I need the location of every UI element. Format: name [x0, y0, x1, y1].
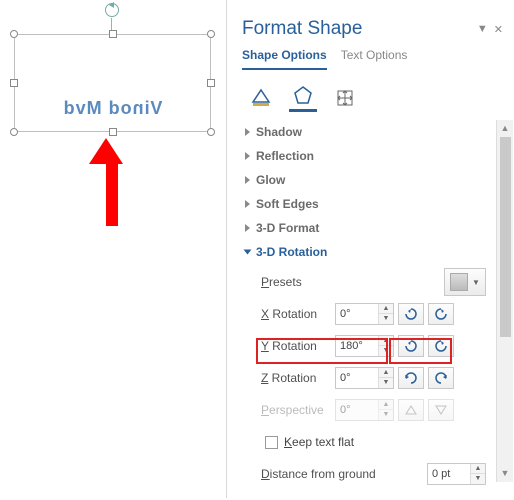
perspective-up-button	[398, 399, 424, 421]
perspective-down-button	[428, 399, 454, 421]
tab-text-options[interactable]: Text Options	[341, 48, 408, 70]
document-canvas[interactable]: Vinod Mvd	[0, 0, 225, 498]
effects-icon[interactable]	[289, 84, 317, 112]
chevron-right-icon	[245, 128, 250, 136]
resize-handle-nw[interactable]	[10, 30, 18, 38]
panel-menu-icon[interactable]: ▼	[477, 23, 488, 36]
resize-handle-w[interactable]	[10, 79, 18, 87]
y-rotation-label: Y Rotation	[245, 339, 335, 353]
x-rotation-label: X Rotation	[245, 307, 335, 321]
y-rotate-right-button[interactable]	[428, 335, 454, 357]
resize-handle-sw[interactable]	[10, 128, 18, 136]
shape-text: Vinod Mvd	[14, 98, 211, 119]
y-rotation-input[interactable]: ▲▼	[335, 335, 394, 357]
scroll-up-icon[interactable]: ▲	[497, 120, 513, 137]
section-glow[interactable]: Glow	[245, 168, 490, 192]
spin-down-icon[interactable]: ▼	[379, 314, 393, 324]
z-rotate-cw-button[interactable]	[428, 367, 454, 389]
chevron-right-icon	[245, 224, 250, 232]
spin-up-icon[interactable]: ▲	[379, 368, 393, 378]
x-rotation-input[interactable]: ▲▼	[335, 303, 394, 325]
distance-label: Distance from ground	[245, 467, 385, 481]
section-reflection[interactable]: Reflection	[245, 144, 490, 168]
x-rotate-left-button[interactable]	[398, 303, 424, 325]
panel-scrollbar[interactable]: ▲ ▼	[496, 120, 513, 482]
fill-line-icon[interactable]	[247, 84, 275, 112]
perspective-label: Perspective	[245, 403, 335, 417]
spin-up-icon[interactable]: ▲	[379, 304, 393, 314]
resize-handle-n[interactable]	[109, 30, 117, 38]
resize-handle-ne[interactable]	[207, 30, 215, 38]
section-3d-rotation[interactable]: 3-D Rotation	[245, 240, 490, 264]
section-3d-format[interactable]: 3-D Format	[245, 216, 490, 240]
spin-up-icon[interactable]: ▲	[471, 464, 485, 474]
x-rotate-right-button[interactable]	[428, 303, 454, 325]
scroll-down-icon[interactable]: ▼	[497, 465, 513, 482]
spin-down-icon[interactable]: ▼	[379, 346, 393, 356]
chevron-right-icon	[245, 176, 250, 184]
resize-handle-se[interactable]	[207, 128, 215, 136]
z-rotation-label: Z Rotation	[245, 371, 335, 385]
chevron-right-icon	[245, 152, 250, 160]
format-shape-panel: Format Shape ▼ ✕ Shape Options Text Opti…	[226, 0, 513, 498]
annotation-arrow	[100, 138, 123, 226]
spin-up-icon[interactable]: ▲	[379, 336, 393, 346]
panel-title: Format Shape	[242, 18, 362, 40]
presets-dropdown[interactable]: ▼	[444, 268, 486, 296]
chevron-down-icon	[244, 250, 252, 255]
rotation-handle[interactable]	[105, 3, 119, 17]
z-rotation-input[interactable]: ▲▼	[335, 367, 394, 389]
perspective-input: ▲▼	[335, 399, 394, 421]
panel-close-icon[interactable]: ✕	[494, 23, 503, 36]
spin-down-icon[interactable]: ▼	[471, 474, 485, 484]
y-rotate-left-button[interactable]	[398, 335, 424, 357]
spin-down-icon[interactable]: ▼	[379, 378, 393, 388]
tab-shape-options[interactable]: Shape Options	[242, 48, 327, 70]
scroll-thumb[interactable]	[500, 137, 511, 337]
resize-handle-s[interactable]	[109, 128, 117, 136]
z-rotate-ccw-button[interactable]	[398, 367, 424, 389]
presets-label: Presets	[245, 275, 335, 289]
section-shadow[interactable]: Shadow	[245, 120, 490, 144]
size-properties-icon[interactable]	[331, 84, 359, 112]
keep-text-flat-checkbox[interactable]	[265, 436, 278, 449]
distance-input[interactable]: ▲▼	[427, 463, 486, 485]
keep-text-flat-label: Keep text flat	[284, 435, 354, 449]
chevron-right-icon	[245, 200, 250, 208]
resize-handle-e[interactable]	[207, 79, 215, 87]
section-soft-edges[interactable]: Soft Edges	[245, 192, 490, 216]
